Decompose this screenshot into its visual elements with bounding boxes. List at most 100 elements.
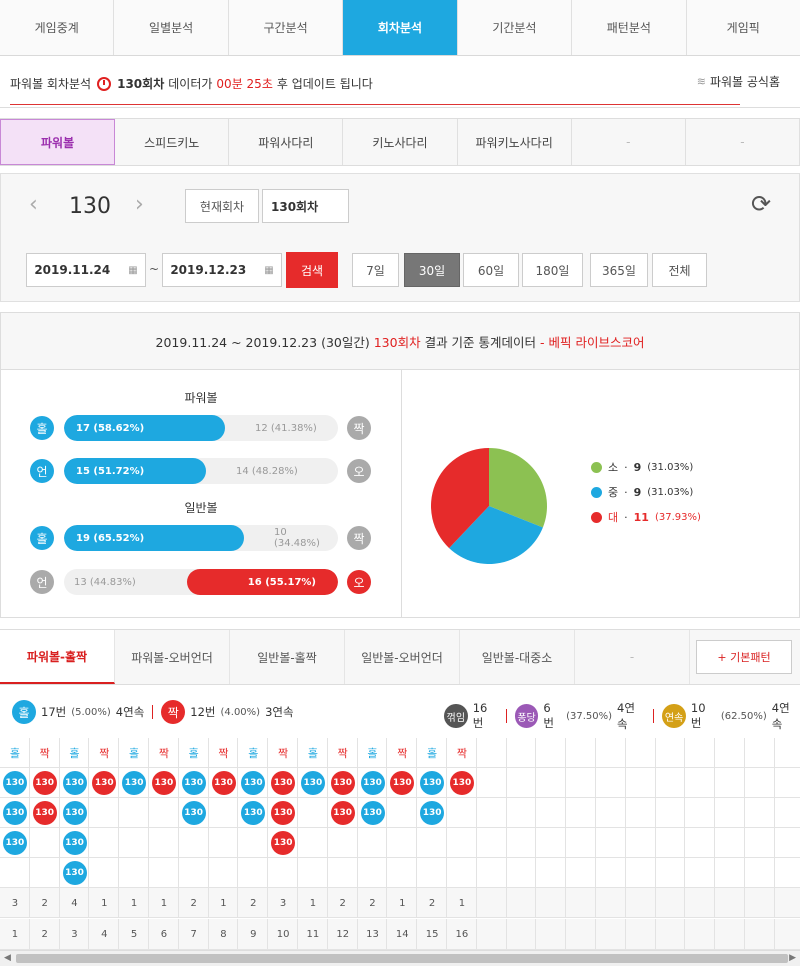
streak-count: 1 [399,897,406,909]
grid-cell [506,768,537,798]
streak-count: 1 [160,897,168,909]
search-button[interactable]: 검색 [286,252,338,288]
search-panel: ‹ 130 › 현재회차 130회차 ⟳ 2019.11.24 ▦ ~ 2019… [0,173,800,302]
grid-cell [238,828,269,858]
column-index: 10 [276,929,290,940]
pattern-tab[interactable]: 일반볼-오버언더 [345,630,460,684]
grid-cell [745,828,775,858]
grid-cell [506,919,537,950]
grid-cell [476,919,507,950]
game-tab[interactable]: 파워볼 [0,119,116,165]
legend-value: 9 [633,485,642,499]
scroll-thumb[interactable] [16,954,788,963]
pattern-tab[interactable]: 파워볼-홀짝 [0,630,115,684]
grid-cell [506,858,537,888]
date-to-field[interactable]: 2019.12.23 ▦ [162,253,282,287]
game-tab[interactable]: 스피드키노 [115,119,230,165]
prev-round-icon[interactable]: ‹ [29,192,38,217]
stats-panel: 2019.11.24 ~ 2019.12.23 (30일간) 130회차 결과 … [0,312,800,618]
grid-cell [685,738,716,768]
top-nav-tab[interactable]: 패턴분석 [572,0,687,55]
grid-cell [625,888,656,918]
column-header: 홀 [367,747,378,760]
streak-count: 4 [71,897,78,909]
period-button[interactable]: 365일 [590,253,648,287]
ratio-left-value: 15 (51.72%) [76,465,145,477]
game-tab[interactable]: - [572,119,686,165]
result-ball: 130 [300,771,325,795]
legend-item: 소 · 9 (31.03%) [591,459,693,475]
result-ball: 130 [62,771,87,795]
legend-name: 소 [608,461,619,474]
pattern-tab[interactable]: - [575,630,690,684]
grid-cell [715,738,745,768]
top-nav-tab[interactable]: 기간분석 [458,0,573,55]
top-nav-tab[interactable]: 게임픽 [687,0,800,55]
grid-cell [119,858,149,888]
game-tab[interactable]: 파워키노사다리 [458,119,572,165]
grid-cell [536,828,567,858]
ratio-fill: 16 (55.17%) [187,569,338,595]
next-round-icon[interactable]: › [135,192,144,217]
grid-cell [715,828,745,858]
odd-streak: 4연속 [115,705,145,719]
game-tab[interactable]: 파워사다리 [229,119,344,165]
top-nav-tab[interactable]: 일별분석 [114,0,229,55]
period-button[interactable]: 60일 [463,253,519,287]
date-from-field[interactable]: 2019.11.24 ▦ [26,253,146,287]
scroll-right-icon[interactable]: ▶ [789,953,796,963]
current-round-button[interactable]: 현재회차 [185,189,259,223]
grid-cell [327,858,358,888]
column-header: 짝 [397,747,408,760]
ratio-bar: 15 (51.72%) 14 (48.28%) [64,458,338,484]
column-index: 14 [395,929,409,940]
top-nav-tab[interactable]: 회차분석 [343,0,458,55]
pattern-tab[interactable]: 일반볼-대중소 [460,630,575,684]
column-index: 15 [425,929,439,940]
period-button[interactable]: 7일 [352,253,399,287]
streak-count: 2 [41,897,48,909]
refresh-icon[interactable]: ⟳ [751,190,771,218]
period-button[interactable]: 30일 [404,253,460,287]
grid-cell [625,738,656,768]
round-field[interactable]: 130회차 [262,189,349,223]
result-ball: 130 [271,801,296,825]
legend-value: 9 [633,460,642,474]
column-header: 홀 [427,747,438,760]
pattern-tab[interactable]: 일반볼-홀짝 [230,630,345,684]
grid-cell [685,798,716,828]
grid-cell [745,738,775,768]
game-tab[interactable]: - [686,119,800,165]
period-button[interactable]: 전체 [652,253,707,287]
grid-cell [208,858,239,888]
grid-cell [685,828,716,858]
period-button[interactable]: 180일 [522,253,583,287]
result-ball: 130 [330,801,355,825]
stats-header: 2019.11.24 ~ 2019.12.23 (30일간) 130회차 결과 … [1,313,799,370]
ratio-right-value: 14 (48.28%) [236,465,298,477]
scroll-left-icon[interactable]: ◀ [4,953,11,963]
grid-cell [447,828,477,858]
column-header: 홀 [307,747,318,760]
grid-cell [387,798,418,828]
grid-cell [506,738,537,768]
info-suffix: 후 업데이트 됩니다 [276,77,373,91]
right-ball-badge: 짝 [347,526,371,550]
even-pct: (4.00%) [220,706,261,718]
grid-cell [715,888,745,918]
grid-cell [506,828,537,858]
top-nav-tab[interactable]: 구간분석 [229,0,344,55]
result-ball: 130 [2,801,27,825]
ratio-right-value: 16 (55.17%) [247,576,316,588]
grid-cell [119,828,149,858]
result-ball: 130 [330,771,355,795]
official-home-link[interactable]: ≋ 파워볼 공식홈 [697,73,780,90]
pattern-tab[interactable]: 파워볼-오버언더 [115,630,230,684]
top-nav-tab[interactable]: 게임중계 [0,0,115,55]
grid-cell [566,828,596,858]
grid-cell [476,828,507,858]
horizontal-scrollbar[interactable]: ◀ ▶ [0,950,800,966]
basic-pattern-button[interactable]: + 기본패턴 [696,640,792,674]
game-tab[interactable]: 키노사다리 [343,119,458,165]
info-round: 130회차 [117,77,165,91]
